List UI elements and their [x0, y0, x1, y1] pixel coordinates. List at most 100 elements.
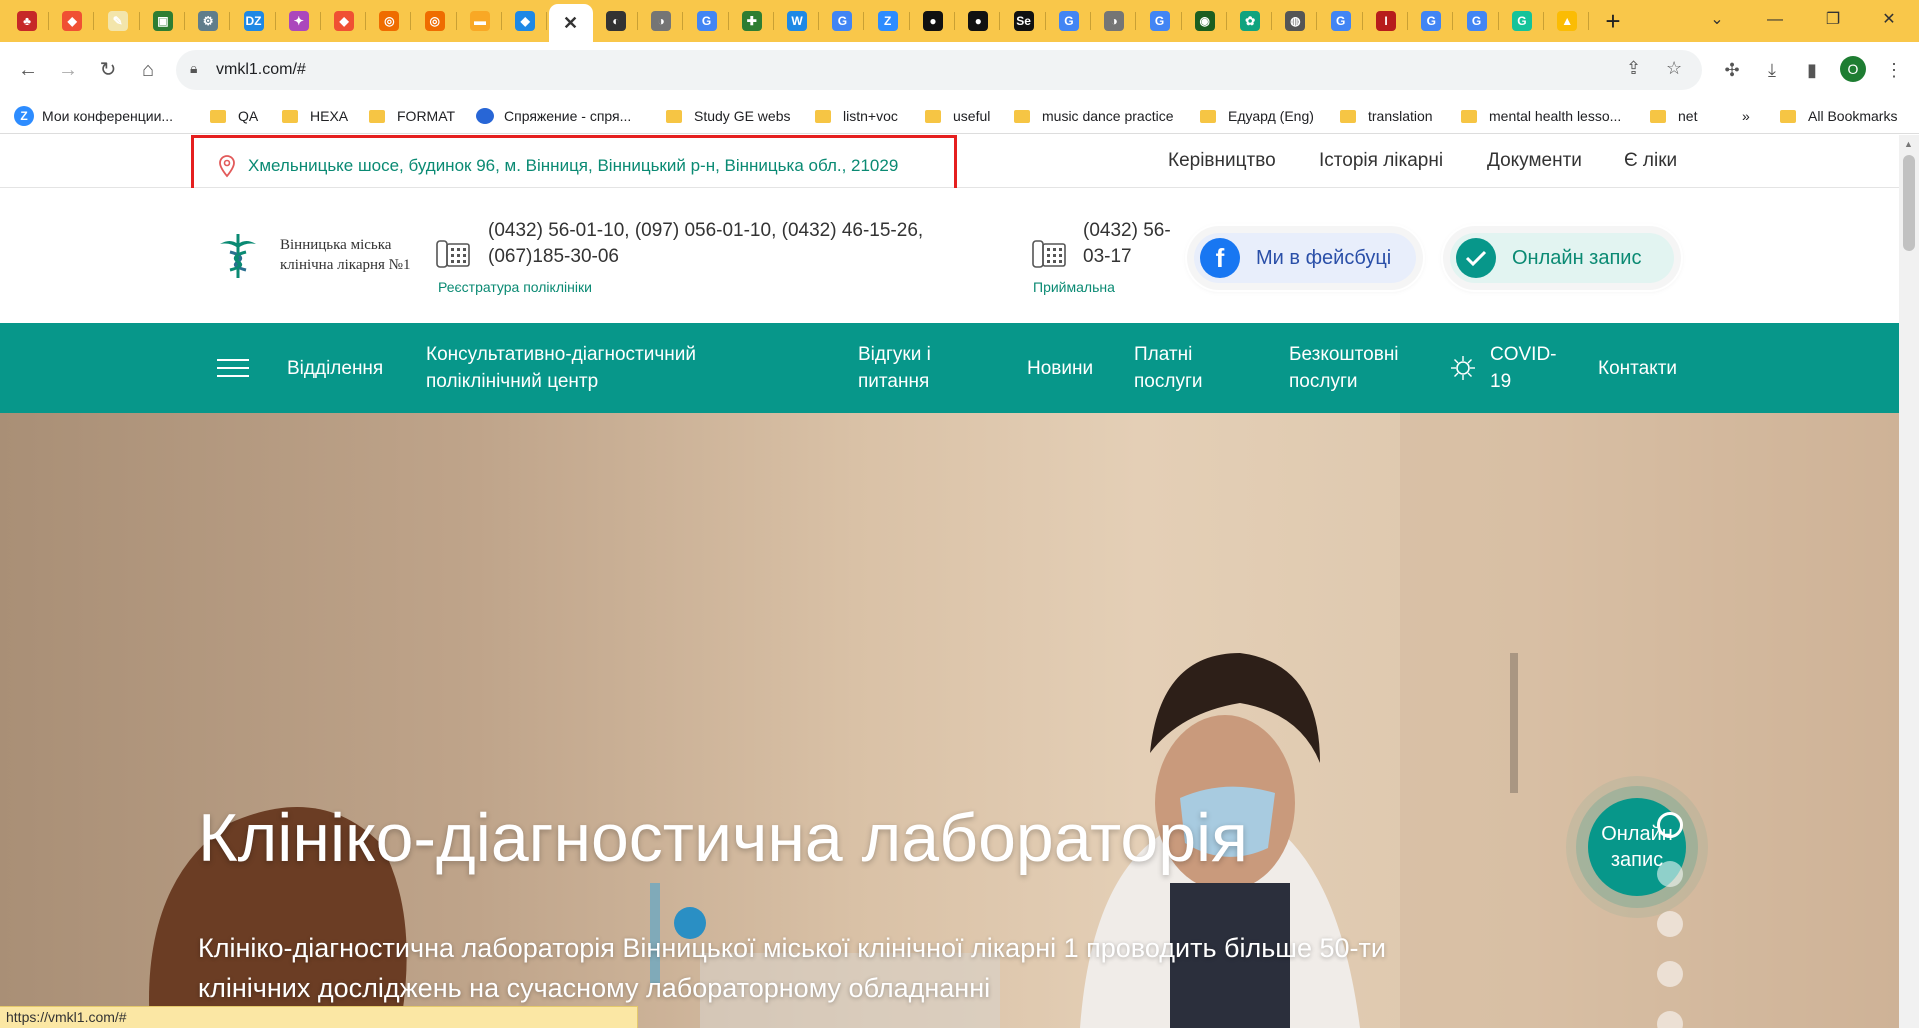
bookmark-item[interactable]: Спряжение - спря...	[476, 106, 631, 126]
bookmark-item[interactable]: useful	[925, 106, 990, 126]
bookmark-item[interactable]: translation	[1340, 106, 1433, 126]
browser-tab[interactable]: ✚	[730, 4, 774, 38]
browser-tab[interactable]: ◐	[594, 4, 638, 38]
top-link-leadership[interactable]: Керівництво	[1168, 150, 1276, 172]
browser-tab[interactable]: ◆	[322, 4, 367, 38]
nav-contacts[interactable]: Контакти	[1598, 355, 1677, 382]
bookmark-item[interactable]: listn+voc	[815, 106, 898, 126]
slider-dot-3[interactable]	[1657, 911, 1683, 937]
logo-text[interactable]: Вінницька міська клінічна лікарня №1	[280, 235, 430, 275]
bookmark-item[interactable]: music dance practice	[1014, 106, 1174, 126]
browser-tab[interactable]: G	[685, 4, 729, 38]
bookmark-item[interactable]: QA	[210, 106, 258, 126]
profile-avatar[interactable]: O	[1840, 56, 1866, 82]
new-tab-button[interactable]: +	[1598, 6, 1628, 36]
browser-tab[interactable]: G	[1138, 4, 1182, 38]
hero-slider: Клініко-діагностична лабораторія Клініко…	[0, 413, 1899, 1028]
menu-kebab-icon[interactable]: ⋮	[1880, 56, 1908, 84]
bookmark-item[interactable]: Едуард (Eng)	[1200, 106, 1314, 126]
more-bookmarks-chevron[interactable]: »	[1742, 106, 1750, 126]
hamburger-menu-icon[interactable]	[217, 359, 249, 379]
nav-paid-services[interactable]: Платні послуги	[1134, 341, 1214, 395]
top-link-medicines[interactable]: Є ліки	[1624, 150, 1677, 172]
browser-tab[interactable]: ✦	[277, 4, 321, 38]
minimize-button[interactable]: —	[1752, 4, 1798, 36]
browser-tab[interactable]: ◑	[639, 4, 684, 38]
browser-tab[interactable]: Z	[866, 4, 910, 38]
restore-button[interactable]: ❐	[1810, 4, 1856, 36]
bookmark-star-icon[interactable]: ☆	[1666, 58, 1682, 79]
back-arrow-icon[interactable]: ←	[14, 56, 42, 84]
browser-tab[interactable]: I	[1364, 4, 1408, 38]
bookmark-item[interactable]: HEXA	[282, 106, 348, 126]
bookmark-item[interactable]: Z Мои конференции...	[14, 106, 173, 126]
all-bookmarks[interactable]: All Bookmarks	[1780, 106, 1897, 126]
nav-reviews[interactable]: Відгуки і питання	[858, 341, 948, 395]
browser-tab[interactable]: ✿	[1228, 4, 1273, 38]
tab-separator	[138, 12, 140, 30]
browser-tab[interactable]: ◍	[1273, 4, 1318, 38]
nav-departments[interactable]: Відділення	[287, 355, 383, 382]
browser-tab[interactable]: G	[1455, 4, 1499, 38]
forward-arrow-icon[interactable]: →	[54, 56, 82, 84]
active-tab[interactable]: ✕	[548, 4, 593, 42]
admission-phone[interactable]: (0432) 56-03-17	[1083, 218, 1183, 270]
browser-tab[interactable]: G	[1500, 4, 1544, 38]
bookmark-item[interactable]: net	[1650, 106, 1697, 126]
bookmark-item[interactable]: FORMAT	[369, 106, 455, 126]
bookmark-item[interactable]: mental health lesso...	[1461, 106, 1621, 126]
download-icon[interactable]: ⤓	[1758, 56, 1786, 84]
browser-tab[interactable]: ◉	[1183, 4, 1227, 38]
browser-tab[interactable]: ⚙	[186, 4, 231, 38]
slider-dot-4[interactable]	[1657, 961, 1683, 987]
online-booking-button[interactable]: Онлайн запис	[1443, 226, 1681, 290]
browser-tab[interactable]: W	[775, 4, 820, 38]
browser-tab[interactable]: ♣	[5, 4, 49, 38]
reload-icon[interactable]: ↻	[94, 56, 122, 84]
browser-tab[interactable]: ▬	[458, 4, 502, 38]
facebook-button[interactable]: f Ми в фейсбуці	[1187, 226, 1423, 290]
caduceus-logo-icon[interactable]	[216, 230, 260, 280]
scrollbar-thumb[interactable]	[1903, 155, 1915, 251]
browser-tab[interactable]: G	[1047, 4, 1091, 38]
tab-search-chevron-icon[interactable]: ⌄	[1694, 4, 1740, 36]
top-link-history[interactable]: Історія лікарні	[1319, 150, 1443, 172]
nav-free-services[interactable]: Безкоштовні послуги	[1289, 341, 1419, 395]
nav-news[interactable]: Новини	[1027, 355, 1093, 382]
browser-tab[interactable]: ●	[956, 4, 1001, 38]
browser-tab[interactable]: DZ	[232, 4, 276, 38]
nav-covid[interactable]: COVID-19	[1490, 341, 1570, 395]
page-scrollbar[interactable]: ▲	[1899, 135, 1919, 1028]
registry-caption: Реєстратура поліклініки	[438, 279, 592, 295]
browser-tab[interactable]: ◑	[1092, 4, 1137, 38]
browser-tab[interactable]: ✎	[96, 4, 140, 38]
close-window-button[interactable]: ✕	[1866, 4, 1912, 36]
scroll-up-arrow-icon[interactable]: ▲	[1904, 139, 1913, 149]
bookmark-item[interactable]: Study GE webs	[666, 106, 791, 126]
browser-tab[interactable]: ●	[911, 4, 955, 38]
slider-dot-1[interactable]	[1657, 812, 1683, 838]
browser-tab[interactable]: ◆	[50, 4, 95, 38]
address-bar[interactable]: 🔒︎ vmkl1.com/# ⇪ ☆	[176, 50, 1702, 90]
browser-tab[interactable]: Se	[1002, 4, 1046, 38]
hospital-address[interactable]: Хмельницьке шосе, будинок 96, м. Вінниця…	[248, 156, 898, 176]
registry-phones[interactable]: (0432) 56-01-10, (097) 056-01-10, (0432)…	[488, 218, 988, 270]
browser-tab[interactable]: ◆	[503, 4, 548, 38]
browser-tab[interactable]: ▣	[141, 4, 185, 38]
browser-tab[interactable]: G	[1409, 4, 1454, 38]
share-icon[interactable]: ⇪	[1626, 58, 1641, 79]
slider-dot-2[interactable]	[1657, 861, 1683, 887]
close-icon[interactable]: ✕	[563, 13, 578, 34]
browser-tab[interactable]: ◎	[367, 4, 412, 38]
browser-tab[interactable]: G	[820, 4, 865, 38]
nav-consult-center[interactable]: Консультативно-діагностичний поліклінічн…	[426, 341, 746, 395]
browser-tab[interactable]: G	[1319, 4, 1363, 38]
browser-tab[interactable]: ◎	[413, 4, 457, 38]
browser-tab[interactable]: ▲	[1545, 4, 1590, 38]
extensions-puzzle-icon[interactable]: ✣	[1718, 56, 1746, 84]
lock-icon[interactable]: 🔒︎	[190, 60, 197, 77]
top-link-documents[interactable]: Документи	[1487, 150, 1582, 172]
side-panel-icon[interactable]: ▮	[1798, 56, 1826, 84]
home-icon[interactable]: ⌂	[134, 56, 162, 84]
url-text[interactable]: vmkl1.com/#	[216, 61, 306, 79]
